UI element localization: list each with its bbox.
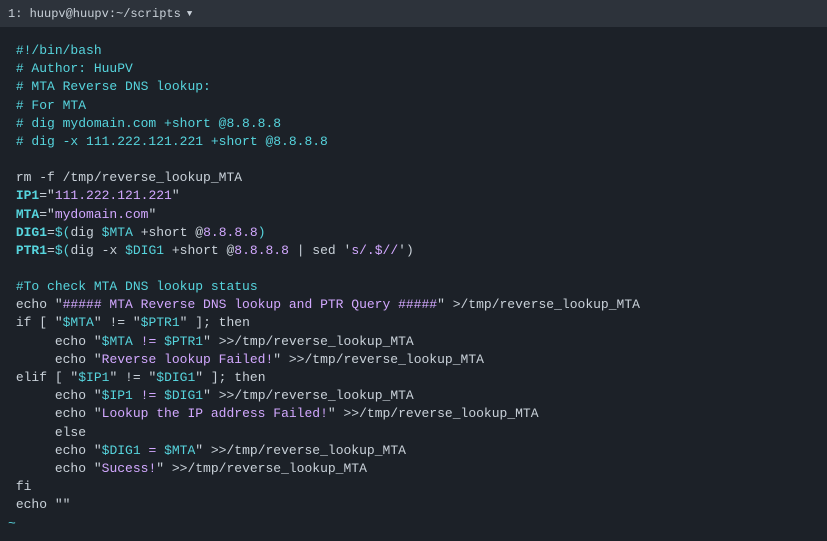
code-line: DIG1=$(dig $MTA +short @8.8.8.8)	[8, 224, 819, 242]
code-line: IP1="111.222.121.221"	[8, 187, 819, 205]
code-line: PTR1=$(dig -x $DIG1 +short @8.8.8.8 | se…	[8, 242, 819, 260]
code-line: echo "$MTA != $PTR1" >>/tmp/reverse_look…	[8, 333, 819, 351]
terminal-tab-label: 1: huupv@huupv:~/scripts	[8, 7, 181, 21]
terminal-tab-bar[interactable]: 1: huupv@huupv:~/scripts ▼	[0, 0, 827, 28]
code-line: echo "$IP1 != $DIG1" >>/tmp/reverse_look…	[8, 387, 819, 405]
chevron-down-icon[interactable]: ▼	[187, 9, 192, 19]
code-line: else	[8, 424, 819, 442]
code-line: # For MTA	[8, 97, 819, 115]
blank-line	[8, 260, 819, 278]
code-line: echo "##### MTA Reverse DNS lookup and P…	[8, 296, 819, 314]
code-line: MTA="mydomain.com"	[8, 206, 819, 224]
code-line: # Author: HuuPV	[8, 60, 819, 78]
code-line: # dig -x 111.222.121.221 +short @8.8.8.8	[8, 133, 819, 151]
blank-line	[8, 151, 819, 169]
terminal-content[interactable]: #!/bin/bash # Author: HuuPV # MTA Revers…	[0, 28, 827, 541]
code-line: echo "Lookup the IP address Failed!" >>/…	[8, 405, 819, 423]
code-line: # MTA Reverse DNS lookup:	[8, 78, 819, 96]
code-line: # dig mydomain.com +short @8.8.8.8	[8, 115, 819, 133]
code-line: elif [ "$IP1" != "$DIG1" ]; then	[8, 369, 819, 387]
vim-tilde: ~	[8, 515, 819, 533]
code-line: echo "$DIG1 = $MTA" >>/tmp/reverse_looku…	[8, 442, 819, 460]
code-line: echo "Reverse lookup Failed!" >>/tmp/rev…	[8, 351, 819, 369]
code-line: echo "Sucess!" >>/tmp/reverse_lookup_MTA	[8, 460, 819, 478]
code-line: rm -f /tmp/reverse_lookup_MTA	[8, 169, 819, 187]
code-line: fi	[8, 478, 819, 496]
code-line: echo ""	[8, 496, 819, 514]
code-line: if [ "$MTA" != "$PTR1" ]; then	[8, 314, 819, 332]
code-line: #!/bin/bash	[8, 42, 819, 60]
code-line: #To check MTA DNS lookup status	[8, 278, 819, 296]
